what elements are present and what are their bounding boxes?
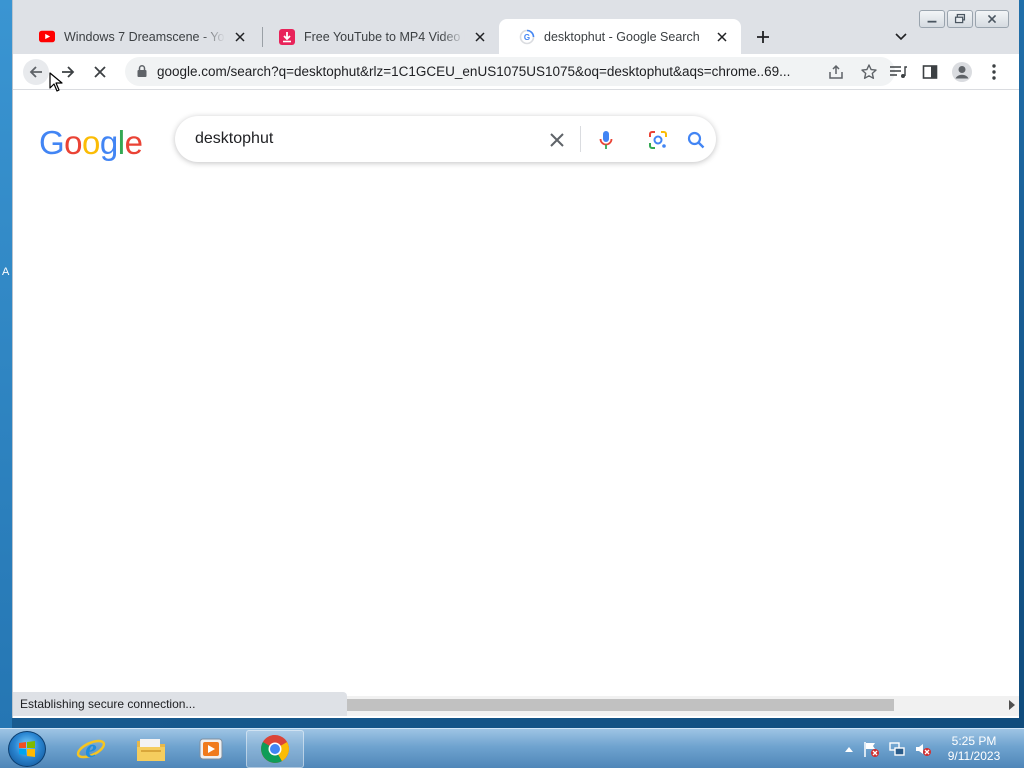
tab-search-chevron-icon[interactable] [889,25,913,49]
close-tab-icon[interactable] [713,28,731,46]
tab-youtube[interactable]: Windows 7 Dreamscene - YouTube [19,19,259,54]
scroll-right-arrow-icon[interactable] [1009,700,1015,710]
tab-mp4-downloader[interactable]: Free YouTube to MP4 Video Downloader [259,19,499,54]
show-hidden-icons-icon[interactable] [844,745,854,753]
tab-title: desktophut - Google Search [544,29,700,44]
desktop-edge-letter: A [2,266,10,278]
system-tray [844,739,932,759]
clock-date: 9/11/2023 [947,749,1001,763]
lock-icon[interactable] [135,64,149,78]
taskbar-internet-explorer[interactable]: e [62,730,120,768]
tab-strip: Windows 7 Dreamscene - YouTube Free YouT… [13,0,1019,54]
search-icon[interactable] [685,129,707,151]
window-controls [919,10,1009,28]
tab-title: Free YouTube to MP4 Video Downloader [304,29,465,44]
lens-camera-icon[interactable] [647,129,669,151]
start-button[interactable] [8,731,46,767]
google-loading-icon: G [519,29,535,45]
volume-muted-icon[interactable] [914,740,932,758]
folder-icon [137,739,165,761]
search-box [175,116,716,162]
svg-text:e: e [85,734,97,763]
search-divider [580,126,581,152]
scrollbar-thumb[interactable] [347,699,894,711]
tab-title: Windows 7 Dreamscene - YouTube [64,29,225,44]
chrome-icon [261,735,289,763]
share-icon[interactable] [827,63,845,81]
minimize-button[interactable] [919,10,945,28]
back-button[interactable] [23,59,49,85]
download-icon [279,28,295,45]
taskbar-file-explorer[interactable] [122,730,180,768]
page-content: Google [13,90,1019,718]
search-input[interactable] [195,128,515,150]
clock-time: 5:25 PM [951,734,997,748]
close-tab-icon[interactable] [471,28,489,46]
action-center-flag-icon[interactable] [862,740,880,758]
taskbar-media-player[interactable] [182,730,240,768]
profile-avatar-icon[interactable] [949,59,975,85]
mouse-cursor-icon [49,72,63,92]
media-player-icon [199,738,223,760]
close-window-button[interactable] [975,10,1009,28]
stop-loading-button[interactable] [87,59,113,85]
browser-toolbar: google.com/search?q=desktophut&rlz=1C1GC… [13,54,1019,90]
new-tab-button[interactable] [751,25,775,49]
internet-explorer-icon: e [76,734,106,763]
voice-search-mic-icon[interactable] [595,129,617,151]
bookmark-star-icon[interactable] [860,63,878,81]
close-tab-icon[interactable] [231,28,249,46]
svg-text:G: G [524,33,530,42]
status-bubble: Establishing secure connection... [13,692,347,716]
taskbar-chrome[interactable] [246,730,304,768]
desktop-window-edge [0,0,12,728]
google-logo[interactable]: Google [39,124,143,162]
side-panel-icon[interactable] [917,59,943,85]
horizontal-scrollbar[interactable] [347,696,1019,716]
address-bar[interactable]: google.com/search?q=desktophut&rlz=1C1GC… [125,57,895,86]
chrome-menu-icon[interactable] [981,59,1007,85]
network-icon[interactable] [888,740,906,758]
url-text[interactable]: google.com/search?q=desktophut&rlz=1C1GC… [157,64,817,80]
windows-logo-icon [19,741,35,757]
restore-button[interactable] [947,10,973,28]
chrome-window: Windows 7 Dreamscene - YouTube Free YouT… [12,0,1019,718]
tab-google-search[interactable]: G desktophut - Google Search [499,19,741,54]
windows-taskbar: e 5:25 PM 9/11/2023 [0,728,1024,768]
youtube-icon [39,29,55,45]
taskbar-clock[interactable]: 5:25 PM 9/11/2023 [938,734,1010,764]
reading-list-icon[interactable] [885,59,911,85]
clear-search-icon[interactable] [546,129,568,151]
